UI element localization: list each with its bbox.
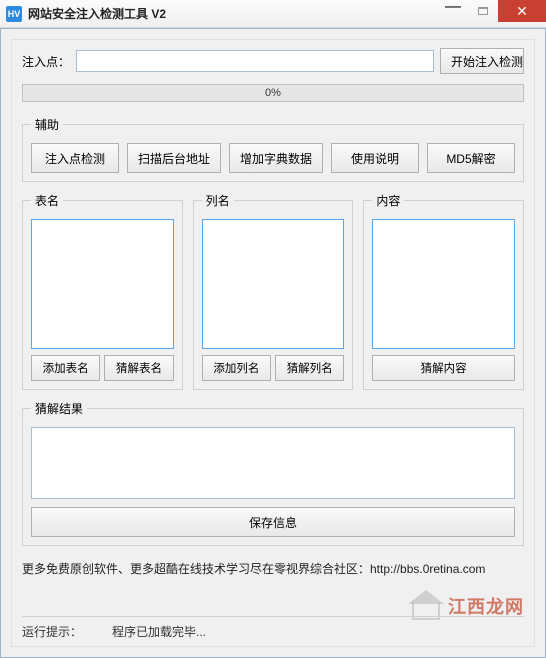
table-listbox[interactable] [31, 219, 174, 349]
status-bar: 运行提示： 程序已加载完毕... [22, 616, 524, 640]
aux-group: 辅助 注入点检测 扫描后台地址 增加字典数据 使用说明 MD5解密 [22, 116, 524, 182]
guess-table-button[interactable]: 猜解表名 [104, 355, 173, 381]
table-legend: 表名 [31, 192, 63, 209]
titlebar: HV 网站安全注入检测工具 V2 — ✕ [0, 0, 546, 28]
progress-text: 0% [265, 87, 281, 99]
add-dict-button[interactable]: 增加字典数据 [229, 143, 323, 173]
close-button[interactable]: ✕ [498, 0, 546, 22]
status-label: 运行提示： [22, 623, 82, 640]
start-detection-button[interactable]: 开始注入检测 [440, 48, 524, 74]
guess-column-button[interactable]: 猜解列名 [275, 355, 344, 381]
injection-point-input[interactable] [76, 50, 434, 72]
md5-decrypt-button[interactable]: MD5解密 [427, 143, 515, 173]
guess-content-button[interactable]: 猜解内容 [372, 355, 515, 381]
content-listbox[interactable] [372, 219, 515, 349]
app-icon: HV [6, 6, 22, 22]
table-group: 表名 添加表名 猜解表名 [22, 192, 183, 390]
window-title: 网站安全注入检测工具 V2 [28, 5, 438, 22]
add-column-button[interactable]: 添加列名 [202, 355, 271, 381]
footer-note: 更多免费原创软件、更多超酷在线技术学习尽在零视界综合社区：http://bbs.… [22, 560, 524, 577]
content-legend: 内容 [372, 192, 404, 209]
manual-button[interactable]: 使用说明 [331, 143, 419, 173]
scan-admin-button[interactable]: 扫描后台地址 [127, 143, 221, 173]
column-legend: 列名 [202, 192, 234, 209]
column-group: 列名 添加列名 猜解列名 [193, 192, 354, 390]
result-legend: 猜解结果 [31, 400, 87, 417]
save-info-button[interactable]: 保存信息 [31, 507, 515, 537]
injection-point-label: 注入点： [22, 53, 70, 70]
result-textbox[interactable] [31, 427, 515, 499]
status-message: 程序已加载完毕... [112, 623, 206, 640]
detect-injection-button[interactable]: 注入点检测 [31, 143, 119, 173]
add-table-button[interactable]: 添加表名 [31, 355, 100, 381]
result-group: 猜解结果 保存信息 [22, 400, 524, 546]
content-group: 内容 猜解内容 [363, 192, 524, 390]
progress-bar: 0% [22, 84, 524, 102]
column-listbox[interactable] [202, 219, 345, 349]
maximize-button[interactable] [468, 0, 498, 22]
aux-legend: 辅助 [31, 116, 63, 133]
minimize-button[interactable]: — [438, 0, 468, 22]
